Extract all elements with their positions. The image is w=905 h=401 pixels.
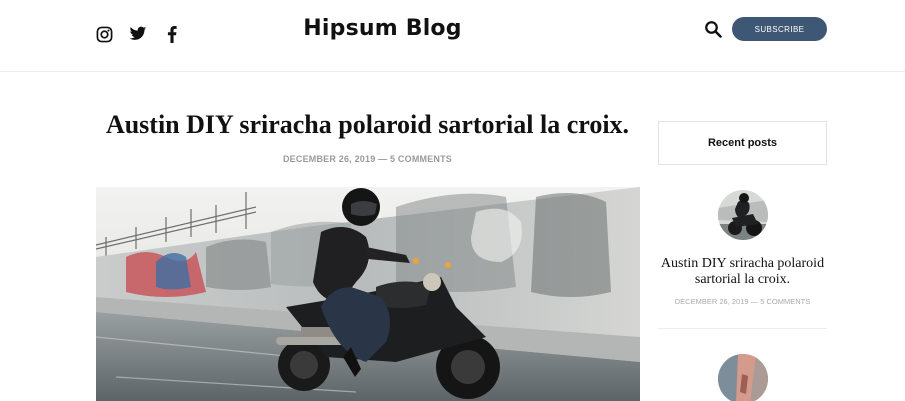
recent-post-title[interactable]: Austin DIY sriracha polaroid sartorial l… bbox=[658, 256, 827, 288]
recent-post-meta: DECEMBER 26, 2019 — 5 COMMENTS bbox=[674, 297, 811, 306]
recent-post-thumbnail[interactable] bbox=[718, 190, 768, 240]
post-meta: DECEMBER 26, 2019 — 5 COMMENTS bbox=[282, 154, 453, 164]
recent-posts-heading: Recent posts bbox=[658, 121, 827, 165]
subscribe-button[interactable]: SUBSCRIBE bbox=[732, 17, 827, 41]
site-logo[interactable]: Hipsum Blog bbox=[0, 16, 765, 41]
post-featured-image[interactable] bbox=[96, 187, 640, 401]
recent-post-divider bbox=[658, 328, 827, 329]
search-icon[interactable] bbox=[704, 20, 722, 38]
recent-post-thumbnail[interactable] bbox=[718, 354, 768, 401]
post-title[interactable]: Austin DIY sriracha polaroid sartorial l… bbox=[95, 110, 640, 140]
site-header: Hipsum Blog SUBSCRIBE bbox=[0, 0, 905, 72]
